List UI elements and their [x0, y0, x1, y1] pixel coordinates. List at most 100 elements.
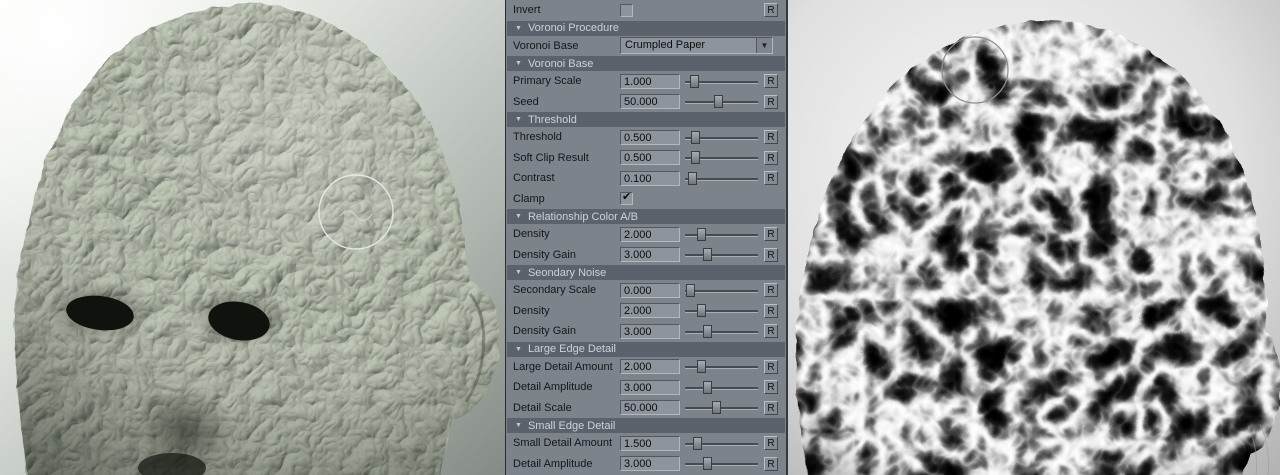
value-field[interactable]: 3.000: [620, 247, 680, 262]
collapse-arrow-icon[interactable]: ▼: [515, 269, 522, 276]
value-field[interactable]: 1.500: [620, 436, 680, 451]
slider[interactable]: [685, 436, 758, 451]
slider[interactable]: [685, 130, 758, 145]
collapse-arrow-icon[interactable]: ▼: [515, 213, 522, 220]
reset-button[interactable]: R: [764, 401, 778, 415]
reset-button[interactable]: R: [764, 283, 778, 297]
parameter-label: Detail Amplitude: [513, 381, 620, 393]
collapse-arrow-icon[interactable]: ▼: [515, 60, 522, 67]
dropdown-arrow-icon[interactable]: ▼: [756, 38, 772, 53]
slider[interactable]: [685, 94, 758, 109]
slider-track: [685, 387, 758, 389]
reset-button[interactable]: R: [764, 360, 778, 374]
slider[interactable]: [685, 227, 758, 242]
checkbox[interactable]: ✔: [620, 192, 633, 205]
slider-handle[interactable]: [703, 381, 712, 394]
slider-handle[interactable]: [691, 151, 700, 164]
value-field[interactable]: 2.000: [620, 359, 680, 374]
slider-handle[interactable]: [697, 228, 706, 241]
reset-button[interactable]: R: [764, 380, 778, 394]
slider-handle[interactable]: [688, 172, 697, 185]
collapse-arrow-icon[interactable]: ▼: [515, 422, 522, 429]
parameter-label: Density: [513, 228, 620, 240]
slider[interactable]: [685, 283, 758, 298]
slider-handle[interactable]: [703, 325, 712, 338]
parameter-label: Voronoi Base: [513, 40, 620, 52]
value-field[interactable]: 1.000: [620, 74, 680, 89]
reset-button[interactable]: R: [764, 130, 778, 144]
row-density: Density 2.000 R: [506, 301, 786, 322]
row-density-gain: Density Gain 3.000 R: [506, 321, 786, 342]
parameter-label: Density Gain: [513, 249, 620, 261]
value-field[interactable]: 3.000: [620, 380, 680, 395]
viewport-texture-preview[interactable]: [788, 0, 1280, 475]
slider-handle[interactable]: [712, 401, 721, 414]
slider[interactable]: [685, 359, 758, 374]
value-field[interactable]: 0.000: [620, 283, 680, 298]
slider[interactable]: [685, 150, 758, 165]
slider-handle[interactable]: [693, 437, 702, 450]
slider-handle[interactable]: [691, 131, 700, 144]
row-clamp: Clamp ✔: [506, 189, 786, 210]
reset-button[interactable]: R: [764, 324, 778, 338]
section-header-large-edge-detail[interactable]: ▼ Large Edge Detail: [507, 342, 785, 357]
slider-handle[interactable]: [714, 95, 723, 108]
reset-button[interactable]: R: [764, 3, 778, 17]
slider[interactable]: [685, 247, 758, 262]
reset-button[interactable]: R: [764, 171, 778, 185]
reset-button[interactable]: R: [764, 74, 778, 88]
value-field[interactable]: 2.000: [620, 227, 680, 242]
parameter-label: Density Gain: [513, 325, 620, 337]
value-field[interactable]: 2.000: [620, 303, 680, 318]
reset-button[interactable]: R: [764, 151, 778, 165]
section-label: Large Edge Detail: [528, 343, 616, 355]
dropdown[interactable]: Crumpled Paper ▼: [620, 37, 773, 54]
row-small-detail-amount: Small Detail Amount 1.500 R: [506, 433, 786, 454]
value-field[interactable]: 3.000: [620, 324, 680, 339]
collapse-arrow-icon[interactable]: ▼: [515, 346, 522, 353]
row-soft-clip-result: Soft Clip Result 0.500 R: [506, 148, 786, 169]
reset-button[interactable]: R: [764, 227, 778, 241]
slider-handle[interactable]: [686, 284, 695, 297]
row-contrast: Contrast 0.100 R: [506, 168, 786, 189]
row-detail-amplitude: Detail Amplitude 3.000 R: [506, 454, 786, 475]
reset-button[interactable]: R: [764, 436, 778, 450]
slider-handle[interactable]: [703, 457, 712, 470]
slider[interactable]: [685, 324, 758, 339]
value-field[interactable]: 0.500: [620, 130, 680, 145]
value-field[interactable]: 0.500: [620, 150, 680, 165]
section-header-threshold[interactable]: ▼ Threshold: [507, 112, 785, 127]
section-header-small-edge-detail[interactable]: ▼ Small Edge Detail: [507, 418, 785, 433]
slider-handle[interactable]: [697, 360, 706, 373]
reset-button[interactable]: R: [764, 248, 778, 262]
section-header-seondary-noise[interactable]: ▼ Seondary Noise: [507, 265, 785, 280]
slider[interactable]: [685, 380, 758, 395]
section-header-voronoi-base[interactable]: ▼ Voronoi Base: [507, 56, 785, 71]
slider-handle[interactable]: [697, 304, 706, 317]
slider[interactable]: [685, 400, 758, 415]
slider[interactable]: [685, 74, 758, 89]
section-header-relationship-color-a-b[interactable]: ▼ Relationship Color A/B: [507, 209, 785, 224]
parameter-label: Contrast: [513, 172, 620, 184]
slider-track: [685, 290, 758, 292]
value-field[interactable]: 50.000: [620, 94, 680, 109]
row-detail-scale: Detail Scale 50.000 R: [506, 398, 786, 419]
slider[interactable]: [685, 456, 758, 471]
section-header-voronoi-procedure[interactable]: ▼ Voronoi Procedure: [507, 21, 785, 36]
reset-button[interactable]: R: [764, 95, 778, 109]
checkbox[interactable]: [620, 4, 633, 17]
value-field[interactable]: 0.100: [620, 171, 680, 186]
value-field[interactable]: 3.000: [620, 456, 680, 471]
value-field[interactable]: 50.000: [620, 400, 680, 415]
slider-handle[interactable]: [703, 248, 712, 261]
slider-handle[interactable]: [690, 75, 699, 88]
row-density-gain: Density Gain 3.000 R: [506, 245, 786, 266]
collapse-arrow-icon[interactable]: ▼: [515, 25, 522, 32]
reset-button[interactable]: R: [764, 457, 778, 471]
slider[interactable]: [685, 171, 758, 186]
reset-button[interactable]: R: [764, 304, 778, 318]
slider[interactable]: [685, 303, 758, 318]
viewport-sculpt[interactable]: [0, 0, 505, 475]
row-threshold: Threshold 0.500 R: [506, 127, 786, 148]
collapse-arrow-icon[interactable]: ▼: [515, 116, 522, 123]
